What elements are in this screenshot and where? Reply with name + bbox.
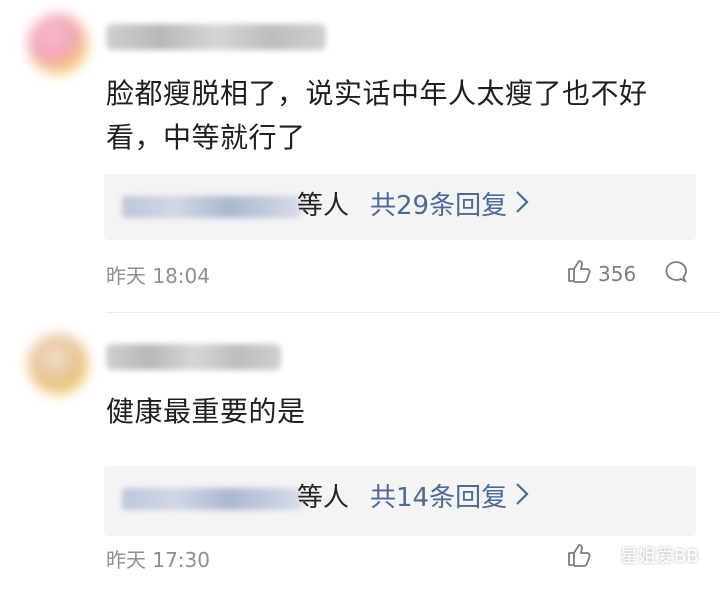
like-button[interactable]: 356 [566,258,636,289]
reply-suffix: 等人 [297,191,350,221]
avatar[interactable] [28,334,88,394]
reply-count-link[interactable]: 共14条回复 [370,480,529,516]
watermark-text: 星姐爱BB [620,546,699,567]
reply-usernames[interactable]: **** **** [122,488,302,510]
comment-text: 健康最重要的是 [106,395,306,428]
replies-preview[interactable]: **** **** 等人 共14条回复 [104,466,696,536]
username[interactable]: **** ** ** [106,24,326,50]
divider [106,312,720,313]
comment-text: 脸都瘦脱相了，说实话中年人太瘦了也不好看，中等就行了 [106,77,648,154]
reply-suffix: 等人 [297,483,350,513]
reply-count-label: 共29条回复 [370,191,508,221]
thumbs-up-icon [566,542,592,573]
chevron-right-icon [515,480,529,516]
like-count: 356 [598,261,637,286]
comment-icon[interactable] [664,260,688,284]
comment-item: **** ** ** 脸都瘦脱相了，说实话中年人太瘦了也不好看，中等就行了 **… [0,0,720,313]
reply-count-link[interactable]: 共29条回复 [370,188,529,224]
reply-count-label: 共14条回复 [370,483,508,513]
replies-preview[interactable]: **** **** 等人 共29条回复 [104,174,696,240]
thumbs-up-icon [566,258,592,289]
watermark: 星姐爱BB [594,542,699,568]
reply-usernames[interactable]: **** **** [122,196,302,218]
wechat-icon [594,544,614,567]
timestamp: 昨天 17:30 [106,548,210,572]
avatar[interactable] [28,14,88,74]
chevron-right-icon [515,188,529,224]
username[interactable]: ***** ** [106,344,281,370]
timestamp: 昨天 18:04 [106,264,210,288]
